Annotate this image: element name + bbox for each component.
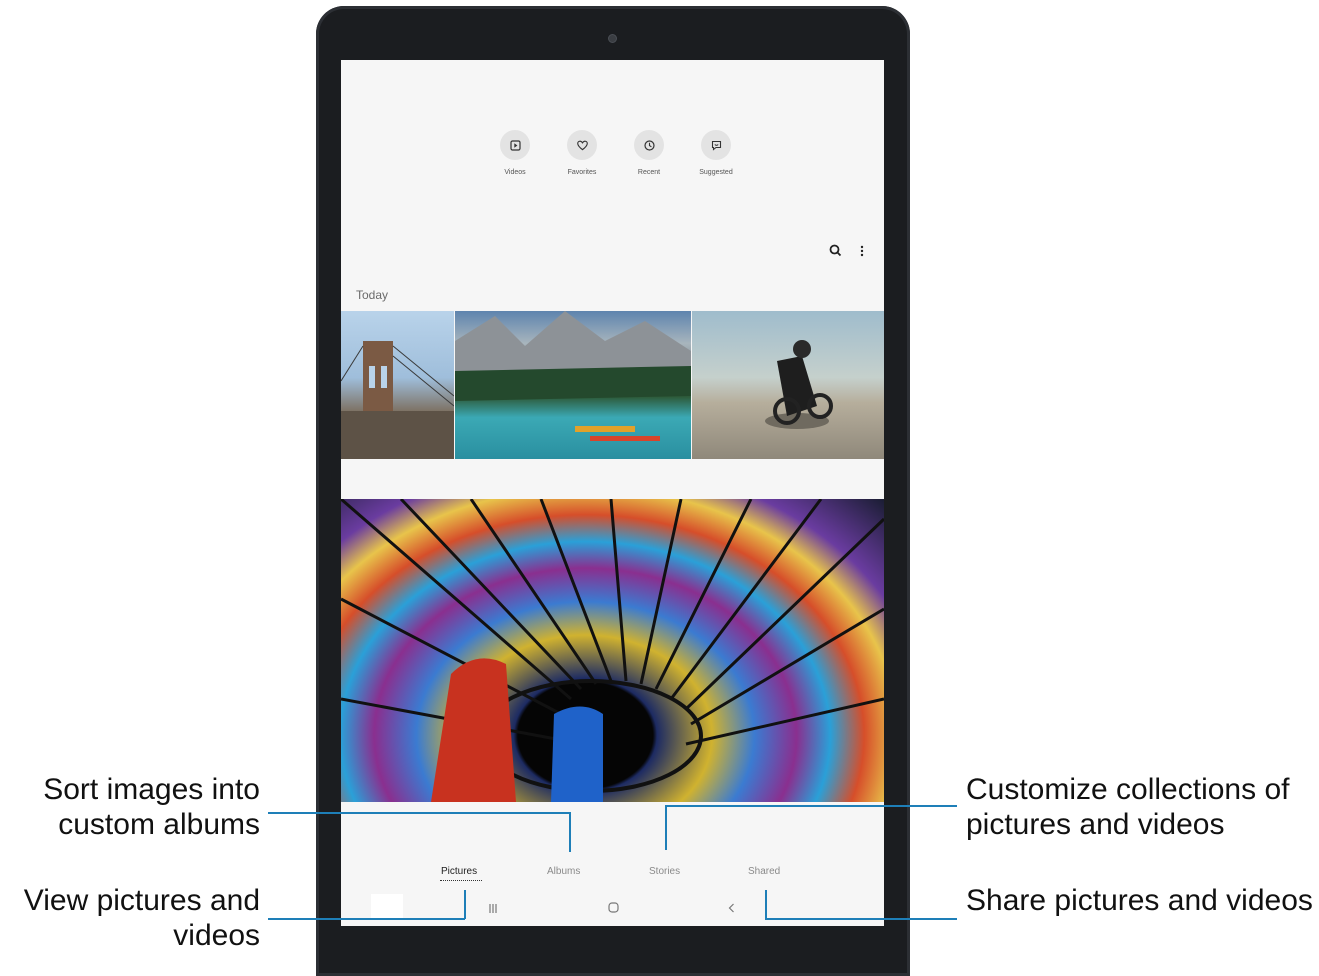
- clock-icon: [634, 130, 664, 160]
- filter-label: Videos: [504, 169, 526, 176]
- callout-pictures: View pictures and videos: [23, 884, 260, 952]
- section-title-today: Today: [356, 288, 389, 302]
- quick-filters: Videos Favorites Recent Suggested: [491, 130, 740, 176]
- tab-stories[interactable]: Stories: [649, 866, 680, 877]
- home-button[interactable]: [603, 900, 623, 918]
- filter-videos[interactable]: Videos: [491, 130, 539, 176]
- callout-line-albums-h: [268, 812, 570, 814]
- camera-icon: [608, 34, 617, 43]
- photo-lake[interactable]: [455, 311, 691, 459]
- callout-shared: Share pictures and videos: [966, 884, 1313, 917]
- bottom-tab-bar: Pictures Albums Stories Shared: [341, 866, 884, 886]
- more-options-button[interactable]: [853, 244, 871, 262]
- video-icon: [500, 130, 530, 160]
- recents-icon: [488, 902, 498, 916]
- callout-line-pictures-v: [464, 890, 466, 919]
- callout-albums: Sort images into custom albums: [43, 773, 260, 841]
- home-icon: [607, 902, 619, 916]
- tab-albums[interactable]: Albums: [547, 866, 580, 877]
- recents-button[interactable]: [483, 900, 503, 918]
- photo-dome[interactable]: [341, 499, 884, 802]
- callout-line-stories-h: [665, 805, 957, 807]
- filter-label: Favorites: [567, 169, 597, 176]
- suggestion-icon: [701, 130, 731, 160]
- filter-recent[interactable]: Recent: [625, 130, 673, 176]
- gallery-screen: Videos Favorites Recent Suggested Today …: [341, 60, 884, 926]
- active-tab-indicator: [440, 880, 482, 881]
- callout-line-shared-h: [765, 918, 957, 920]
- filter-suggested[interactable]: Suggested: [692, 130, 740, 176]
- back-icon: [728, 902, 735, 916]
- filter-favorites[interactable]: Favorites: [558, 130, 606, 176]
- callout-stories: Customize collections of pictures and vi…: [966, 773, 1290, 841]
- system-navigation-bar: [341, 894, 884, 924]
- tab-pictures[interactable]: Pictures: [441, 866, 477, 877]
- heart-icon: [567, 130, 597, 160]
- callout-line-stories-v: [665, 805, 667, 850]
- search-button[interactable]: [826, 244, 844, 262]
- callout-line-shared-v: [765, 890, 767, 919]
- tab-shared[interactable]: Shared: [748, 866, 780, 877]
- back-button[interactable]: [721, 900, 741, 918]
- filter-label: Suggested: [699, 169, 733, 176]
- callout-line-albums-v: [569, 812, 571, 852]
- photo-bridge[interactable]: [341, 311, 454, 459]
- keyboard-placeholder: [371, 894, 403, 920]
- callout-line-pictures-h: [268, 918, 465, 920]
- more-vertical-icon: [860, 244, 864, 262]
- filter-label: Recent: [637, 169, 661, 176]
- search-icon: [829, 244, 842, 262]
- photo-motorcycle[interactable]: [692, 311, 884, 459]
